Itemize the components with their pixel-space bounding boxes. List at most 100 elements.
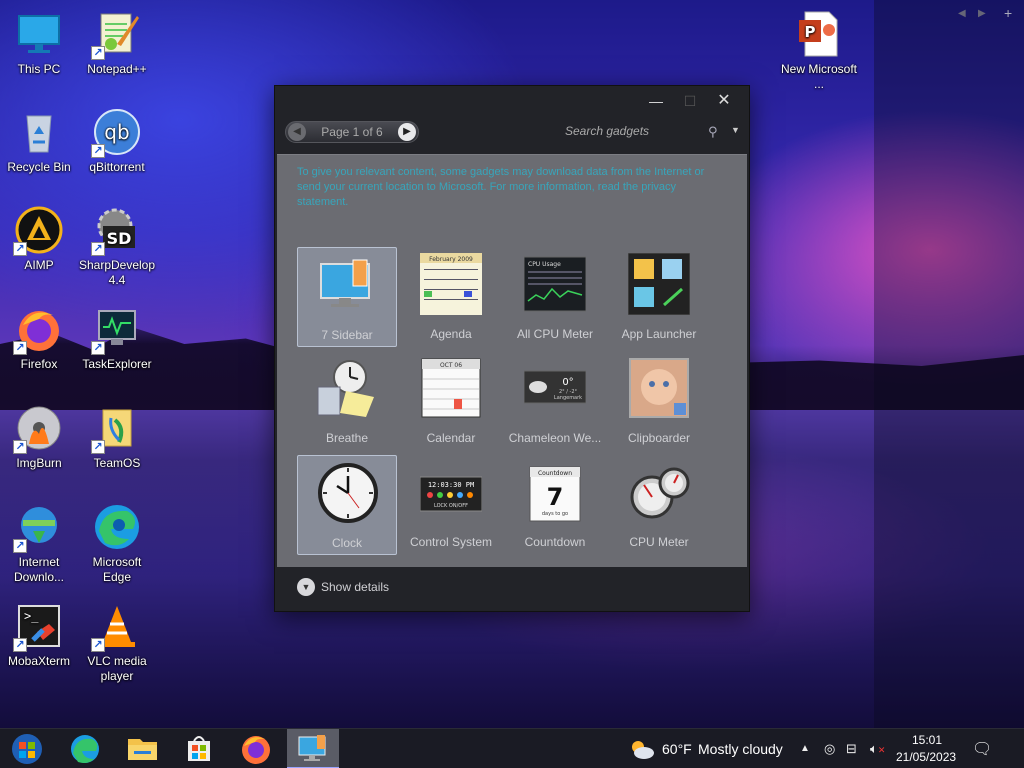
notepad-plus-plus-icon: ↗ xyxy=(91,10,141,60)
next-page-button[interactable]: ▶ xyxy=(398,123,416,141)
search-icon[interactable]: ⚲ xyxy=(708,124,718,140)
recycle-bin-icon xyxy=(15,108,63,156)
qbittorrent-icon: qb ↗ xyxy=(91,108,141,158)
gadgets-toolbar: ◀ Page 1 of 6 ▶ ⚲ ▼ xyxy=(275,118,749,148)
shortcut-arrow-icon: ↗ xyxy=(13,440,27,454)
taskbar-edge[interactable] xyxy=(60,729,110,768)
gadget-clock[interactable]: Clock xyxy=(297,455,397,555)
shortcut-arrow-icon: ↗ xyxy=(13,539,27,553)
add-icon[interactable]: + xyxy=(1004,5,1012,21)
gadget-all-cpu-meter[interactable]: CPU Usage All CPU Meter xyxy=(505,247,605,347)
countdown-calendar-icon: Countdown 7 days to go xyxy=(524,461,586,523)
shortcut-arrow-icon: ↗ xyxy=(91,341,105,355)
gadget-agenda[interactable]: February 2009 Agenda xyxy=(401,247,501,347)
cpu-usage-label: CPU Usage xyxy=(528,261,561,268)
folder-icon xyxy=(128,739,157,760)
desktop-icon-internet-download-manager[interactable]: ↗ Internet Downlo... xyxy=(0,503,78,585)
privacy-notice[interactable]: To give you relevant content, some gadge… xyxy=(297,165,727,210)
nav-back-icon[interactable]: ◀ xyxy=(958,8,966,19)
desktop-icon-mobaxterm[interactable]: >_ ↗ MobaXterm xyxy=(0,602,78,669)
task-monitor-icon: ↗ xyxy=(91,305,141,355)
desktop-icon-recycle-bin[interactable]: Recycle Bin xyxy=(0,108,78,175)
shortcut-arrow-icon: ↗ xyxy=(13,638,27,652)
weather-city-label: Langemark xyxy=(554,395,582,401)
shortcut-arrow-icon: ↗ xyxy=(91,242,105,256)
shortcut-arrow-icon: ↗ xyxy=(13,242,27,256)
desktop-icon-new-powerpoint[interactable]: P New Microsoft ... xyxy=(780,10,858,92)
desktop-icon-notepad-plus-plus[interactable]: ↗ Notepad++ xyxy=(78,10,156,77)
svg-text:>_: >_ xyxy=(24,609,39,623)
previous-page-button[interactable]: ◀ xyxy=(288,123,306,141)
chevron-up-icon[interactable]: ▲ xyxy=(800,743,810,754)
desktop-icon-firefox[interactable]: ↗ Firefox xyxy=(0,305,78,372)
firefox-icon: ↗ xyxy=(13,305,63,355)
start-button[interactable] xyxy=(2,729,52,768)
minimize-button[interactable]: — xyxy=(641,90,671,112)
monitor-icon xyxy=(15,10,63,58)
desktop-icon-teamos[interactable]: ↗ TeamOS xyxy=(78,404,156,471)
control-panel-icon: 12:03:30 PM LOCK ON/OFF xyxy=(419,461,483,523)
svg-text:qb: qb xyxy=(104,120,129,144)
gadget-countdown[interactable]: Countdown 7 days to go Countdown xyxy=(505,455,605,555)
sidebar-monitor-icon xyxy=(298,735,326,761)
search-gadgets-input[interactable] xyxy=(547,124,667,138)
weather-temp-label: 0° xyxy=(562,377,573,388)
gadget-calendar[interactable]: OCT 06 Calendar xyxy=(401,351,501,451)
folder-document-icon: ↗ xyxy=(91,404,141,454)
notification-icon[interactable]: 🗨︎ xyxy=(972,739,992,759)
agenda-month-label: February 2009 xyxy=(429,256,473,263)
gadgets-panel: To give you relevant content, some gadge… xyxy=(277,154,747,567)
desktop-icon-sharpdevelop[interactable]: SD ↗ SharpDevelop 4.4 xyxy=(78,206,156,288)
gadgets-window: — ☐ ✕ ◀ Page 1 of 6 ▶ ⚲ ▼ To give you re… xyxy=(274,85,750,612)
clock-icon xyxy=(317,462,379,524)
window-titlebar[interactable]: — ☐ ✕ xyxy=(275,86,749,116)
nav-forward-icon[interactable]: ▶ xyxy=(978,8,986,19)
network-icon[interactable]: ⊟ xyxy=(846,741,857,757)
desktop-icon-taskexplorer[interactable]: ↗ TaskExplorer xyxy=(78,305,156,372)
desktop-icon-vlc[interactable]: ↗ VLC media player xyxy=(78,602,156,684)
chevron-down-icon[interactable]: ▼ xyxy=(297,578,315,596)
edge-icon xyxy=(71,735,99,763)
chevron-down-icon[interactable]: ▼ xyxy=(731,125,740,135)
gadget-control-system[interactable]: 12:03:30 PM LOCK ON/OFF Control System xyxy=(401,455,501,555)
store-bag-icon xyxy=(188,736,210,761)
baby-photo-icon xyxy=(628,357,690,419)
powerpoint-file-icon: P xyxy=(795,10,843,58)
gadget-app-launcher[interactable]: App Launcher xyxy=(609,247,709,347)
desktop-icon-qbittorrent[interactable]: qb ↗ qBittorrent xyxy=(78,108,156,175)
edge-icon xyxy=(93,503,141,551)
page-navigator: ◀ Page 1 of 6 ▶ xyxy=(285,121,419,143)
gadget-7-sidebar[interactable]: 7 Sidebar xyxy=(297,247,397,347)
desktop-icon-microsoft-edge[interactable]: Microsoft Edge xyxy=(78,503,156,585)
taskbar-file-explorer[interactable] xyxy=(117,729,167,768)
taskbar-store[interactable] xyxy=(174,729,224,768)
countdown-sub-label: days to go xyxy=(542,511,568,517)
sidebar-monitor-icon xyxy=(317,254,379,316)
maximize-button[interactable]: ☐ xyxy=(675,90,705,112)
weather-cloud-icon: 0° 2° / -2° Langemark xyxy=(523,357,587,419)
desktop-icon-imgburn[interactable]: ↗ ImgBurn xyxy=(0,404,78,471)
gadget-clipboarder[interactable]: Clipboarder xyxy=(609,351,709,451)
taskbar-firefox[interactable] xyxy=(231,729,281,768)
gadget-breathe[interactable]: Breathe xyxy=(297,351,397,451)
cpu-gauge-icon xyxy=(628,461,690,523)
svg-text:SD: SD xyxy=(107,229,132,248)
gadget-cpu-meter[interactable]: CPU Meter xyxy=(609,455,709,555)
app-launcher-icon xyxy=(627,252,691,316)
webcam-icon[interactable]: ◎ xyxy=(824,741,835,757)
close-button[interactable]: ✕ xyxy=(709,90,739,112)
gadget-chameleon-weather[interactable]: 0° 2° / -2° Langemark Chameleon We... xyxy=(505,351,605,451)
desktop-icon-aimp[interactable]: ↗ AIMP xyxy=(0,206,78,273)
aimp-icon: ↗ xyxy=(13,206,63,256)
speaker-muted-icon[interactable]: 🔈︎✕ xyxy=(870,741,885,757)
firefox-icon xyxy=(242,736,270,764)
cpu-meter-panel-icon: CPU Usage xyxy=(523,253,587,315)
countdown-number-label: 7 xyxy=(547,483,564,511)
shortcut-arrow-icon: ↗ xyxy=(91,440,105,454)
taskbar-gadgets[interactable] xyxy=(287,729,339,768)
countdown-title-label: Countdown xyxy=(538,470,572,477)
terminal-icon: >_ ↗ xyxy=(13,602,63,652)
partly-cloudy-icon xyxy=(632,741,654,759)
agenda-calendar-icon: February 2009 xyxy=(420,253,482,315)
desktop-icon-this-pc[interactable]: This PC xyxy=(0,10,78,77)
